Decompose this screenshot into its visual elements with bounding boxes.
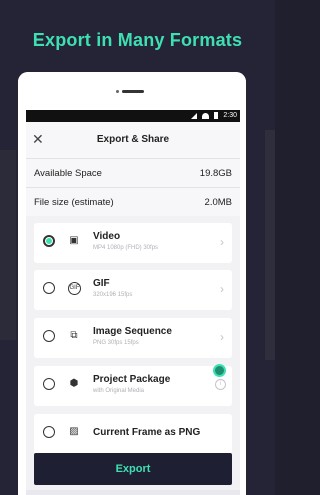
chevron-right-icon: › <box>220 282 224 296</box>
premium-badge-icon <box>213 364 226 377</box>
signal-icon <box>191 112 198 119</box>
format-subtitle: with Original Media <box>93 388 145 394</box>
radio-unselected[interactable] <box>43 426 55 438</box>
radio-selected[interactable] <box>43 235 55 247</box>
info-icon[interactable]: i <box>215 379 226 390</box>
package-icon: ⬢ <box>69 378 79 389</box>
format-option-image-sequence[interactable]: ⧉ Image Sequence PNG 30fps 15fps › <box>34 318 232 358</box>
chevron-right-icon: › <box>220 330 224 344</box>
file-size-value: 2.0MB <box>204 197 232 208</box>
format-title: Image Sequence <box>93 326 172 337</box>
format-subtitle: MP4 1080p (FHD) 30fps <box>93 245 159 251</box>
wifi-icon <box>202 112 210 119</box>
status-icons <box>191 112 218 119</box>
radio-unselected[interactable] <box>43 330 55 342</box>
speaker-grille <box>122 90 144 93</box>
battery-icon <box>214 112 218 119</box>
radio-unselected[interactable] <box>43 378 55 390</box>
app-bar: ✕ Export & Share <box>26 122 240 158</box>
format-subtitle: PNG 30fps 15fps <box>93 340 139 346</box>
status-bar: 2:30 <box>26 110 240 122</box>
available-space-row: Available Space 19.8GB <box>26 159 240 187</box>
format-subtitle: 320x196 15fps <box>93 292 133 298</box>
export-button[interactable]: Export <box>34 453 232 485</box>
gif-icon: GIF <box>68 282 81 295</box>
camera-dot <box>116 90 119 93</box>
file-size-row: File size (estimate) 2.0MB <box>26 188 240 216</box>
background-strip-left <box>0 150 16 340</box>
file-size-label: File size (estimate) <box>34 197 114 208</box>
bottom-edge <box>26 490 240 495</box>
promo-headline: Export in Many Formats <box>32 30 243 50</box>
phone-frame: 2:30 ✕ Export & Share Available Space 19… <box>18 72 246 495</box>
chevron-right-icon: › <box>220 235 224 249</box>
image-icon: ▨ <box>69 426 79 437</box>
available-space-label: Available Space <box>34 168 102 179</box>
dialog-title: Export & Share <box>96 134 170 145</box>
format-option-gif[interactable]: GIF GIF 320x196 15fps › <box>34 270 232 310</box>
image-sequence-icon: ⧉ <box>70 330 78 341</box>
status-time: 2:30 <box>223 112 237 119</box>
format-option-video[interactable]: ▣ Video MP4 1080p (FHD) 30fps › <box>34 223 232 263</box>
format-title: Project Package <box>93 374 171 385</box>
format-option-current-frame[interactable]: ▨ Current Frame as PNG <box>34 414 232 454</box>
phone-top-bezel <box>18 72 246 110</box>
radio-unselected[interactable] <box>43 282 55 294</box>
format-title: Current Frame as PNG <box>93 427 201 438</box>
export-share-screen: ✕ Export & Share Available Space 19.8GB … <box>26 122 240 495</box>
video-icon: ▣ <box>69 235 79 246</box>
format-title: Video <box>93 231 121 242</box>
format-option-project-package[interactable]: ⬢ Project Package with Original Media i <box>34 364 232 406</box>
format-title: GIF <box>93 278 110 289</box>
background-strip-right <box>265 130 275 360</box>
available-space-value: 19.8GB <box>199 168 232 179</box>
